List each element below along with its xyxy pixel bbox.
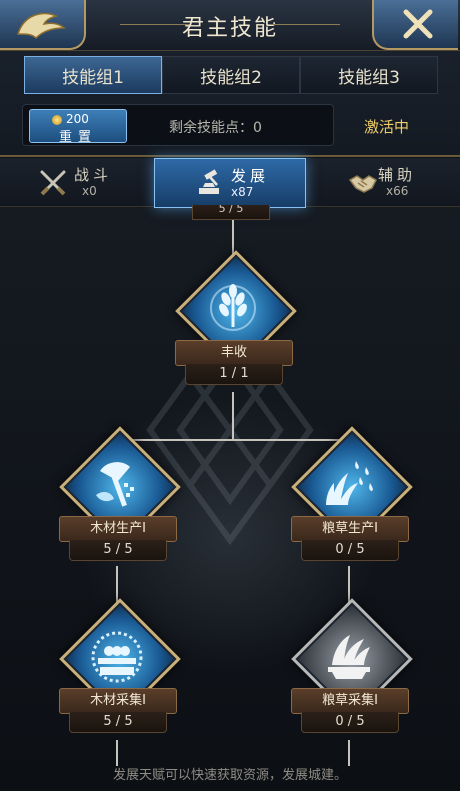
rain-grain-icon <box>326 461 373 505</box>
title-bar: 君主技能 <box>0 0 460 51</box>
category-count: x87 <box>231 185 254 199</box>
skill-level: 5 / 5 <box>69 540 167 561</box>
category-tabs: 战斗 x0 发展 x87 辅助 x66 <box>0 158 460 208</box>
skill-panel-header: 君主技能 技能组1 技能组2 技能组3 200 重置 剩余技能点：0 激活中 <box>0 0 460 157</box>
axe-icon <box>96 462 134 507</box>
skill-level: 5 / 5 <box>69 712 167 733</box>
wheat-icon <box>210 284 256 331</box>
footer-hint: 发展天赋可以快速获取资源，发展城建。 <box>112 768 347 783</box>
connector-line <box>232 392 234 440</box>
close-button[interactable] <box>372 0 458 50</box>
tab-skill-group-3[interactable]: 技能组3 <box>300 56 438 94</box>
tab-support[interactable]: 辅助 x66 <box>340 158 450 206</box>
reset-button[interactable]: 200 重置 <box>29 109 127 145</box>
skill-name: 粮草生产I <box>291 516 409 542</box>
skill-node-wood-gathering[interactable]: 木材采集I 5 / 5 <box>59 598 181 736</box>
skill-level: 0 / 5 <box>301 712 399 733</box>
skill-level: 1 / 1 <box>185 364 283 385</box>
skill-name: 丰收 <box>175 340 293 366</box>
skill-name: 木材生产I <box>59 516 177 542</box>
tab-develop[interactable]: 发展 x87 <box>154 158 306 208</box>
category-label: 辅助 <box>378 166 417 184</box>
skill-node-wood-production[interactable]: 木材生产I 5 / 5 <box>59 426 181 564</box>
skill-level: 0 / 5 <box>301 540 399 561</box>
connector-line <box>116 439 350 441</box>
title-divider-right <box>270 24 340 25</box>
category-count: x0 <box>82 184 97 198</box>
skill-node-harvest[interactable]: 丰收 1 / 1 <box>175 250 297 388</box>
grain-bowl-icon <box>328 635 370 679</box>
remaining-points: 剩余技能点：0 <box>169 120 262 136</box>
close-icon <box>403 9 433 39</box>
tab-combat[interactable]: 战斗 x0 <box>30 158 150 206</box>
category-count: x66 <box>386 184 409 198</box>
reset-cost: 200 <box>66 112 89 126</box>
coin-icon <box>52 115 62 125</box>
previous-skill-level: 5 / 5 <box>192 205 270 220</box>
skill-name: 木材采集I <box>59 688 177 714</box>
connector-line <box>116 740 118 766</box>
handshake-icon <box>348 175 377 193</box>
connector-line <box>348 740 350 766</box>
skill-points-row: 200 重置 剩余技能点：0 <box>22 104 334 146</box>
skill-node-grain-production[interactable]: 粮草生产I 0 / 5 <box>291 426 413 564</box>
hammer-anvil-icon <box>199 169 219 194</box>
status-badge: 激活中 <box>364 118 410 136</box>
skill-node-grain-gathering[interactable]: 粮草采集I 0 / 5 <box>291 598 413 736</box>
reset-label: 重置 <box>58 130 97 145</box>
category-label: 战斗 <box>74 166 113 184</box>
skill-group-tabs: 技能组1 技能组2 技能组3 <box>24 56 438 94</box>
skill-name: 粮草采集I <box>291 688 409 714</box>
log-cart-icon <box>91 631 143 683</box>
tab-skill-group-1[interactable]: 技能组1 <box>24 56 162 94</box>
category-label: 发展 <box>231 167 270 185</box>
tab-skill-group-2[interactable]: 技能组2 <box>162 56 300 94</box>
crossed-swords-icon <box>40 170 66 196</box>
